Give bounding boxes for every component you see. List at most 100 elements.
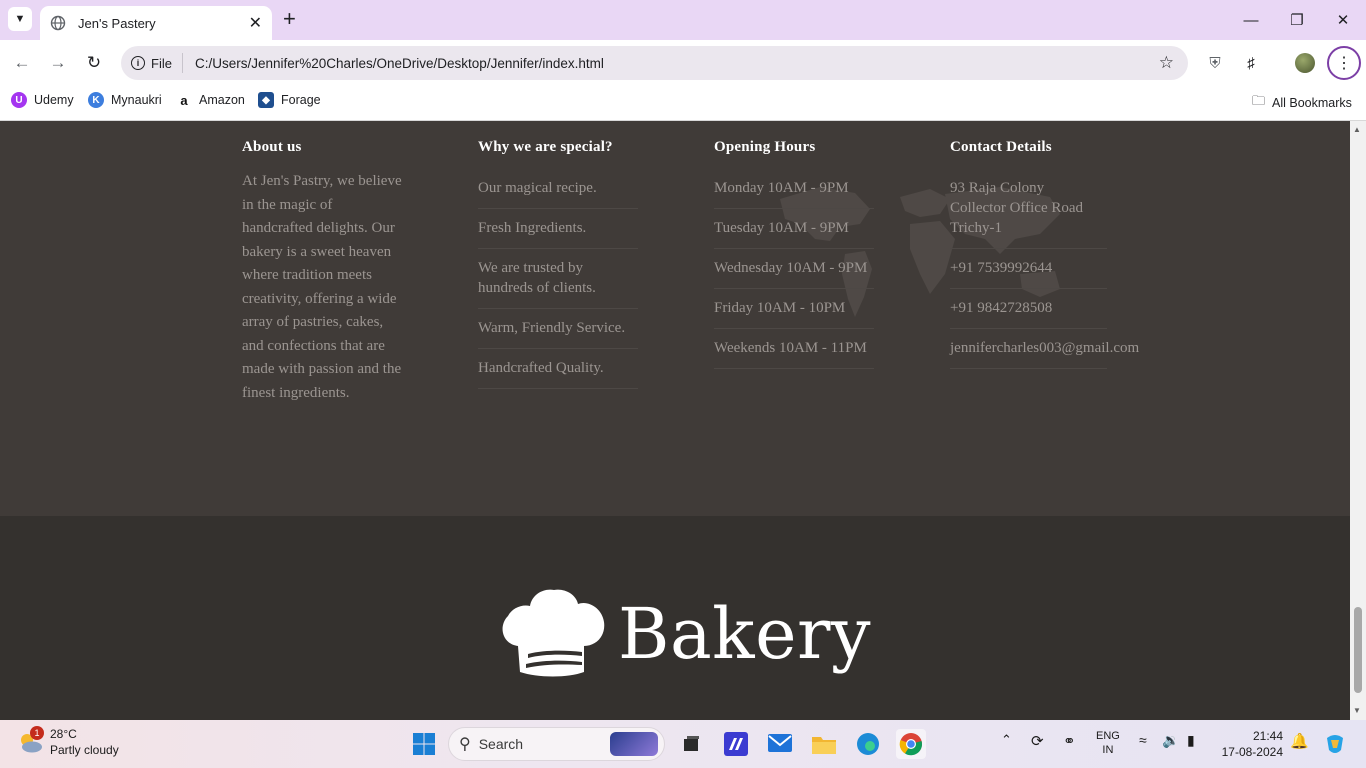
scroll-thumb[interactable] <box>1354 607 1362 693</box>
back-arrow-icon: ← <box>13 53 31 72</box>
weather-condition: Partly cloudy <box>50 743 119 757</box>
address-bar[interactable]: i File C:/Users/Jennifer%20Charles/OneDr… <box>121 46 1188 80</box>
about-us-text: At Jen's Pastry, we believe in the magic… <box>242 173 402 401</box>
list-item: Wednesday 10AM - 9PM <box>714 249 874 289</box>
scroll-up-icon[interactable]: ▲ <box>1353 125 1361 134</box>
restore-button[interactable]: ❐ <box>1274 0 1320 40</box>
notification-bell-icon[interactable]: 🔔 <box>1290 732 1309 750</box>
reload-icon: ↻ <box>86 53 102 72</box>
close-tab-icon[interactable]: ✕ <box>249 13 262 33</box>
contact-details-column: Contact Details 93 Raja Colony Collector… <box>950 139 1160 369</box>
new-tab-button[interactable]: + <box>283 8 296 30</box>
bookmark-star-icon[interactable]: ☆ <box>1159 53 1174 73</box>
url-text[interactable]: C:/Users/Jennifer%20Charles/OneDrive/Des… <box>195 56 604 71</box>
network-status-icon[interactable]: ⚭ <box>1063 732 1076 750</box>
browser-menu-button[interactable]: ⋮ <box>1327 46 1361 80</box>
forward-button[interactable]: → <box>47 52 69 74</box>
chrome-browser-icon[interactable] <box>896 729 926 759</box>
kebab-menu-icon: ⋮ <box>1336 55 1352 72</box>
list-item: Our magical recipe. <box>478 178 638 209</box>
bookmark-mynaukri[interactable]: K Mynaukri <box>88 92 162 108</box>
email-item: jennifercharles003@gmail.com <box>950 329 1139 369</box>
contact-details-list: 93 Raja Colony Collector Office Road Tri… <box>950 178 1160 369</box>
list-item: Monday 10AM - 9PM <box>714 178 874 209</box>
folder-icon: 🗀 <box>1252 93 1266 108</box>
bookmark-forage[interactable]: ◆ Forage <box>258 92 321 108</box>
sync-icon[interactable]: ⟳ <box>1031 732 1044 750</box>
profile-avatar[interactable] <box>1295 53 1315 73</box>
extensions-puzzle-icon[interactable]: ♯ <box>1241 53 1261 73</box>
site-info-chip[interactable]: i File <box>131 53 183 73</box>
bookmark-udemy[interactable]: U Udemy <box>11 92 74 108</box>
search-icon: ⚲ <box>459 736 471 753</box>
show-hidden-icons-chevron-icon[interactable]: ⌃ <box>1001 732 1012 748</box>
list-item: Warm, Friendly Service. <box>478 309 638 349</box>
windows-taskbar: 1 28°C Partly cloudy ⚲ Search ⌃ ⟳ ⚭ ENG … <box>0 720 1366 768</box>
browser-toolbar: ← → ↻ i File C:/Users/Jennifer%20Charles… <box>0 40 1366 86</box>
footer-logo-section: Bakery <box>0 516 1350 720</box>
clock-time: 21:44 <box>1252 729 1283 743</box>
notion-app-icon[interactable] <box>721 729 751 759</box>
about-us-column: About us At Jen's Pastry, we believe in … <box>242 139 402 405</box>
address-line: Trichy-1 <box>950 220 1002 236</box>
battery-icon[interactable]: ▮ <box>1187 732 1195 749</box>
why-special-column: Why we are special? Our magical recipe. … <box>478 139 638 389</box>
shield-extension-icon[interactable]: ⛨ <box>1205 53 1225 73</box>
bookmarks-bar: U Udemy K Mynaukri a Amazon ◆ Forage 🗀 A… <box>0 86 1366 121</box>
tab-strip: ▼ Jen's Pastery ✕ + — ❐ ✕ <box>0 0 1366 40</box>
scroll-down-icon[interactable]: ▼ <box>1353 706 1361 715</box>
bookmark-label: Amazon <box>199 93 245 107</box>
phone-item: +91 7539992644 <box>950 249 1107 289</box>
windows-start-button[interactable] <box>409 729 439 759</box>
temperature: 28°C <box>50 727 77 741</box>
region-code: IN <box>1102 744 1114 756</box>
language-code: ENG <box>1096 730 1120 742</box>
opening-hours-heading: Opening Hours <box>714 139 816 155</box>
bookmark-label: Mynaukri <box>111 93 162 107</box>
forage-icon: ◆ <box>258 92 274 108</box>
taskbar-search[interactable]: ⚲ Search <box>448 727 665 761</box>
mail-icon[interactable] <box>765 729 795 759</box>
back-button[interactable]: ← <box>11 52 33 74</box>
close-window-button[interactable]: ✕ <box>1320 0 1366 40</box>
list-item: Friday 10AM - 10PM <box>714 289 874 329</box>
tab-search-button[interactable]: ▼ <box>8 7 32 31</box>
file-explorer-icon[interactable] <box>809 729 839 759</box>
list-item: Handcrafted Quality. <box>478 349 638 389</box>
all-bookmarks-button[interactable]: 🗀 All Bookmarks <box>1252 92 1352 114</box>
all-bookmarks-label: All Bookmarks <box>1272 96 1352 110</box>
task-view-icon[interactable] <box>676 729 706 759</box>
bookmark-amazon[interactable]: a Amazon <box>176 92 245 108</box>
search-highlight-image <box>610 732 658 756</box>
volume-icon[interactable]: 🔉 <box>1162 732 1179 749</box>
search-placeholder: Search <box>478 736 524 752</box>
minimize-button[interactable]: — <box>1228 0 1274 40</box>
contact-details-heading: Contact Details <box>950 139 1052 155</box>
chef-hat-icon <box>502 589 605 677</box>
system-clock[interactable]: 21:44 17-08-2024 <box>1221 728 1283 760</box>
phone-item: +91 9842728508 <box>950 289 1107 329</box>
address-line: Collector Office Road <box>950 200 1084 216</box>
amazon-icon: a <box>176 92 192 108</box>
copilot-icon[interactable] <box>1320 729 1350 759</box>
language-indicator[interactable]: ENG IN <box>1096 729 1120 757</box>
weather-alert-badge: 1 <box>30 726 44 740</box>
forward-arrow-icon: → <box>49 53 67 72</box>
footer-info-section: About us At Jen's Pastry, we believe in … <box>0 121 1350 516</box>
wifi-icon[interactable]: ≈ <box>1139 732 1147 748</box>
mynaukri-icon: K <box>88 92 104 108</box>
bakery-logo[interactable]: Bakery <box>498 588 871 680</box>
file-chip-label: File <box>151 55 172 71</box>
weather-widget[interactable]: 1 28°C Partly cloudy <box>16 726 119 758</box>
reload-button[interactable]: ↻ <box>83 52 105 74</box>
bookmark-label: Forage <box>281 93 321 107</box>
edge-browser-icon[interactable] <box>853 729 883 759</box>
page-scrollbar[interactable]: ▲ ▼ <box>1350 121 1366 720</box>
windows-logo-icon <box>413 733 435 755</box>
opening-hours-list: Monday 10AM - 9PM Tuesday 10AM - 9PM Wed… <box>714 178 874 369</box>
list-item: We are trusted by hundreds of clients. <box>478 249 638 309</box>
opening-hours-column: Opening Hours Monday 10AM - 9PM Tuesday … <box>714 139 874 369</box>
tab-active[interactable]: Jen's Pastery ✕ <box>40 6 272 40</box>
bookmark-label: Udemy <box>34 93 74 107</box>
tab-title: Jen's Pastery <box>78 15 156 31</box>
